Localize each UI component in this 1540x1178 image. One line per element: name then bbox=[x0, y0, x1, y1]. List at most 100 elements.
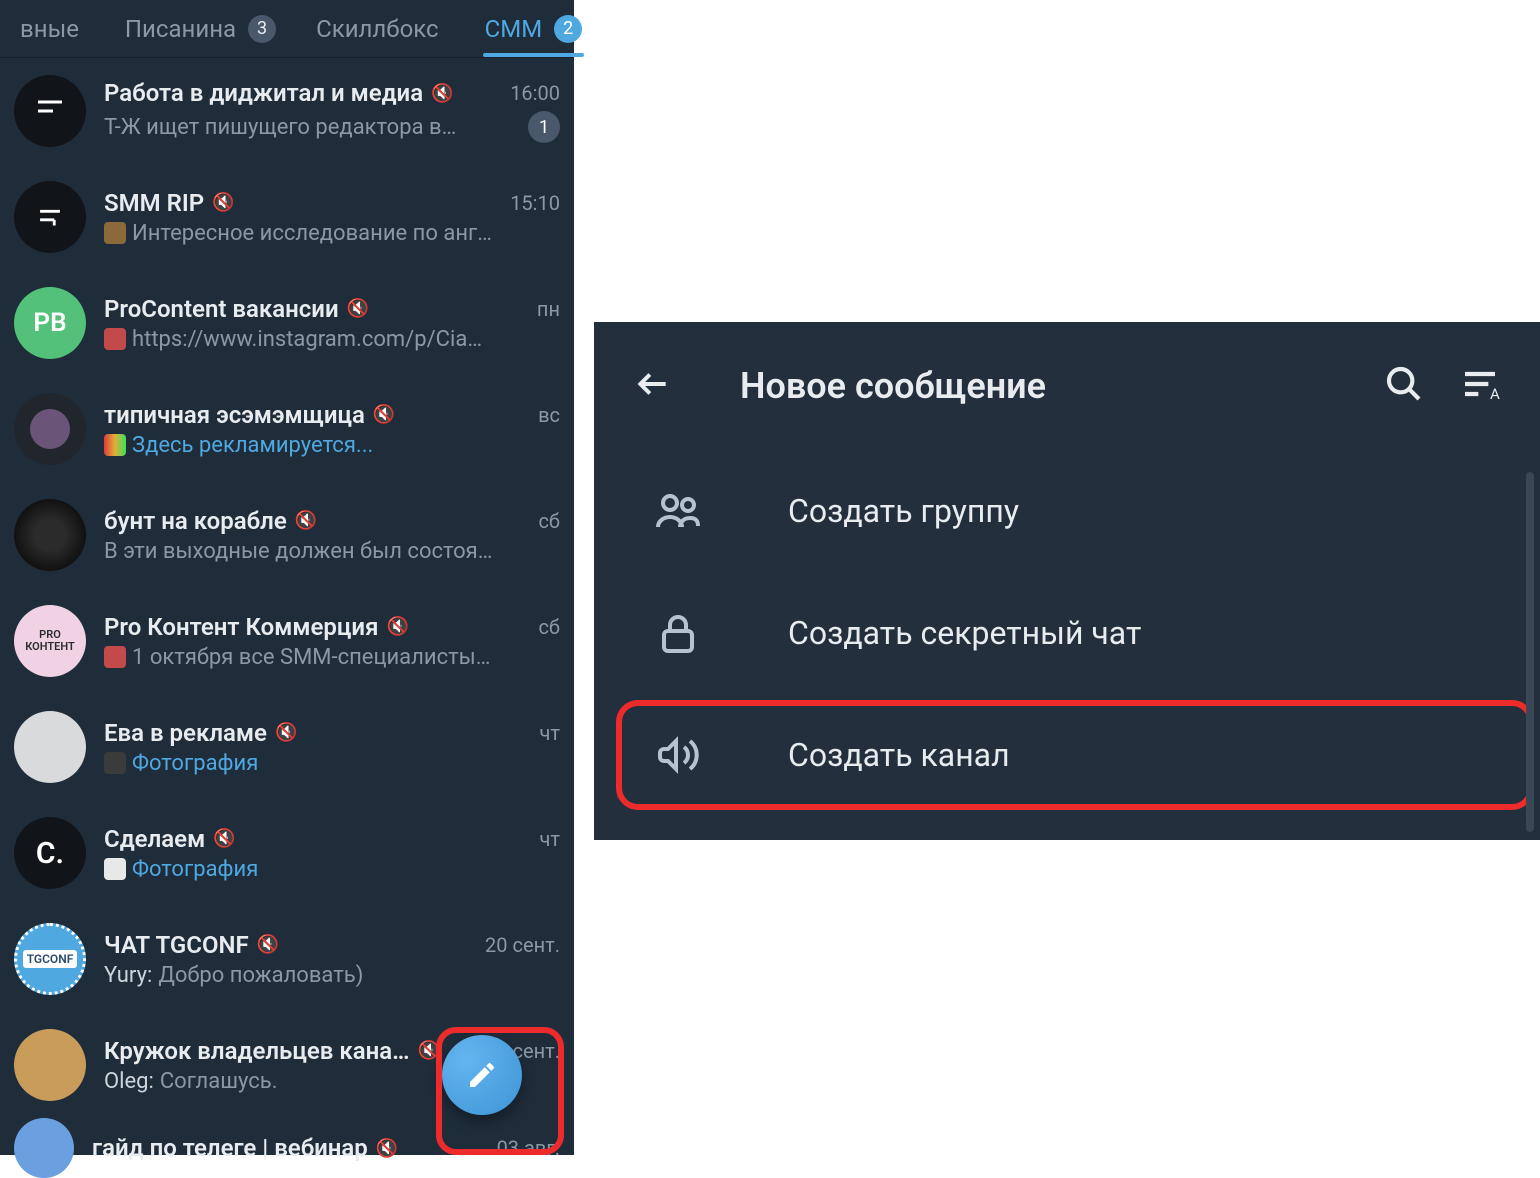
chat-preview: В эти выходные должен был состоя… bbox=[104, 539, 492, 564]
chat-preview-link: Фотография bbox=[132, 857, 258, 882]
lock-icon bbox=[654, 609, 702, 657]
tab-badge: 2 bbox=[554, 15, 582, 43]
chat-title: Ева в рекламе bbox=[104, 719, 267, 747]
chat-row[interactable]: типичная эсэмэмщица 🔇 вс Здесь рекламируе… bbox=[0, 376, 574, 482]
option-create-channel[interactable]: Создать канал bbox=[594, 694, 1540, 816]
tab-item-2[interactable]: Скиллбокс bbox=[296, 0, 465, 57]
avatar bbox=[14, 75, 86, 147]
mute-icon: 🔇 bbox=[376, 1138, 398, 1159]
avatar: PRO КОНТЕНТ bbox=[14, 605, 86, 677]
preview-thumb-icon bbox=[104, 646, 126, 668]
chat-time: чт bbox=[540, 827, 561, 851]
tab-item-1[interactable]: Писанина3 bbox=[105, 0, 296, 57]
avatar bbox=[14, 1029, 86, 1101]
folder-tabs: вные Писанина3 Скиллбокс СММ2 bbox=[0, 0, 574, 58]
chat-list[interactable]: Работа в диджитал и медиа 🔇 16:00 Т-Ж ище… bbox=[0, 58, 574, 1178]
avatar bbox=[14, 711, 86, 783]
chat-row[interactable]: SMM RIP🔇 15:10 Интересное исследование п… bbox=[0, 164, 574, 270]
chat-time: 03 авг. bbox=[497, 1136, 560, 1160]
option-create-secret-chat[interactable]: Создать секретный чат bbox=[594, 572, 1540, 694]
sort-button[interactable]: A bbox=[1460, 364, 1500, 408]
pencil-icon bbox=[466, 1059, 498, 1091]
new-message-screen: Новое сообщение A Создать группу Создать… bbox=[594, 322, 1540, 840]
avatar: TGCONF bbox=[14, 923, 86, 995]
chat-time: вс bbox=[538, 403, 560, 427]
tab-item-0[interactable]: вные bbox=[0, 0, 105, 57]
avatar bbox=[14, 393, 86, 465]
avatar: PB bbox=[14, 287, 86, 359]
option-label: Создать группу bbox=[788, 492, 1019, 530]
preview-thumb-icon bbox=[104, 328, 126, 350]
screen-title: Новое сообщение bbox=[740, 365, 1348, 407]
back-button[interactable] bbox=[634, 365, 672, 407]
chat-row[interactable]: Работа в диджитал и медиа 🔇 16:00 Т-Ж ище… bbox=[0, 58, 574, 164]
chat-title: Pro Контент Коммерция bbox=[104, 613, 378, 641]
megaphone-icon bbox=[654, 731, 702, 779]
search-icon bbox=[1384, 364, 1424, 404]
svg-text:A: A bbox=[1490, 385, 1500, 403]
chat-row[interactable]: TGCONF ЧАТ TGCONF 🔇 20 сент. Yury: Добро … bbox=[0, 906, 574, 1012]
chat-title: Сделаем bbox=[104, 825, 205, 853]
chat-preview-link: Фотография bbox=[132, 751, 258, 776]
mute-icon: 🔇 bbox=[295, 510, 317, 531]
chat-time: 20 сент. bbox=[485, 933, 560, 957]
chat-title: SMM RIP bbox=[104, 189, 204, 217]
mute-icon: 🔇 bbox=[213, 828, 235, 849]
preview-thumb-icon bbox=[104, 752, 126, 774]
chat-title: бунт на корабле bbox=[104, 507, 287, 535]
mute-icon: 🔇 bbox=[275, 722, 297, 743]
chat-sender: Oleg: bbox=[104, 1069, 154, 1094]
chat-row[interactable]: PB ProContent вакансии🔇 пн https://www.i… bbox=[0, 270, 574, 376]
mute-icon: 🔇 bbox=[373, 404, 395, 425]
chat-title: Кружок владельцев кана… bbox=[104, 1037, 410, 1065]
mute-icon: 🔇 bbox=[347, 298, 369, 319]
unread-badge: 1 bbox=[528, 111, 560, 143]
avatar bbox=[14, 181, 86, 253]
chat-time: 16:00 bbox=[510, 81, 560, 105]
mute-icon: 🔇 bbox=[257, 934, 279, 955]
option-create-group[interactable]: Создать группу bbox=[594, 450, 1540, 572]
arrow-left-icon bbox=[634, 365, 672, 403]
chat-time: пн bbox=[537, 297, 560, 321]
chat-row[interactable]: Ева в рекламе 🔇 чт Фотография bbox=[0, 694, 574, 800]
chat-title: Работа в диджитал и медиа bbox=[104, 79, 423, 107]
new-message-header: Новое сообщение A bbox=[594, 322, 1540, 450]
avatar: С. bbox=[14, 817, 86, 889]
chat-preview: Добро пожаловать) bbox=[158, 963, 363, 988]
group-icon bbox=[654, 487, 702, 535]
preview-thumb-icon bbox=[104, 222, 126, 244]
chat-sender: Yury: bbox=[104, 963, 152, 988]
chat-title: гайд по телеге | вебинар bbox=[92, 1134, 368, 1162]
chat-row[interactable]: бунт на корабле 🔇 сб В эти выходные долже… bbox=[0, 482, 574, 588]
chat-preview: Соглашусь. bbox=[160, 1069, 278, 1094]
chat-title: ЧАТ TGCONF bbox=[104, 931, 249, 959]
chat-time: чт bbox=[540, 721, 561, 745]
chat-preview: Интересное исследование по анг… bbox=[132, 221, 492, 246]
preview-thumb-icon bbox=[104, 434, 126, 456]
compose-fab[interactable] bbox=[442, 1035, 522, 1115]
avatar bbox=[14, 499, 86, 571]
chat-time: сб bbox=[538, 509, 560, 533]
mute-icon: 🔇 bbox=[386, 616, 408, 637]
tab-badge: 3 bbox=[248, 15, 276, 43]
chat-row[interactable]: гайд по телеге | вебинар 🔇 03 авг. bbox=[0, 1118, 574, 1178]
scrollbar[interactable] bbox=[1526, 472, 1534, 832]
preview-thumb-icon bbox=[104, 858, 126, 880]
chat-preview: 1 октября все SMM-специалисты… bbox=[132, 645, 490, 670]
mute-icon: 🔇 bbox=[418, 1040, 440, 1061]
chat-time: 15:10 bbox=[510, 191, 560, 215]
chat-preview-link: Здесь рекламируется... bbox=[132, 433, 373, 458]
chat-row[interactable]: С. Сделаем 🔇 чт Фотография bbox=[0, 800, 574, 906]
option-label: Создать канал bbox=[788, 736, 1010, 774]
chat-time: сб bbox=[538, 615, 560, 639]
sort-icon: A bbox=[1460, 364, 1500, 404]
mute-icon: 🔇 bbox=[431, 83, 453, 104]
highlight-create-channel bbox=[616, 700, 1534, 810]
chat-preview: Т-Ж ищет пишущего редактора в… bbox=[104, 115, 456, 140]
chat-row[interactable]: PRO КОНТЕНТ Pro Контент Коммерция 🔇 сб 1 … bbox=[0, 588, 574, 694]
option-label: Создать секретный чат bbox=[788, 614, 1141, 652]
chat-title: типичная эсэмэмщица bbox=[104, 401, 365, 429]
search-button[interactable] bbox=[1384, 364, 1424, 408]
chat-title: ProContent вакансии bbox=[104, 295, 339, 323]
tab-item-3[interactable]: СММ2 bbox=[465, 0, 603, 57]
